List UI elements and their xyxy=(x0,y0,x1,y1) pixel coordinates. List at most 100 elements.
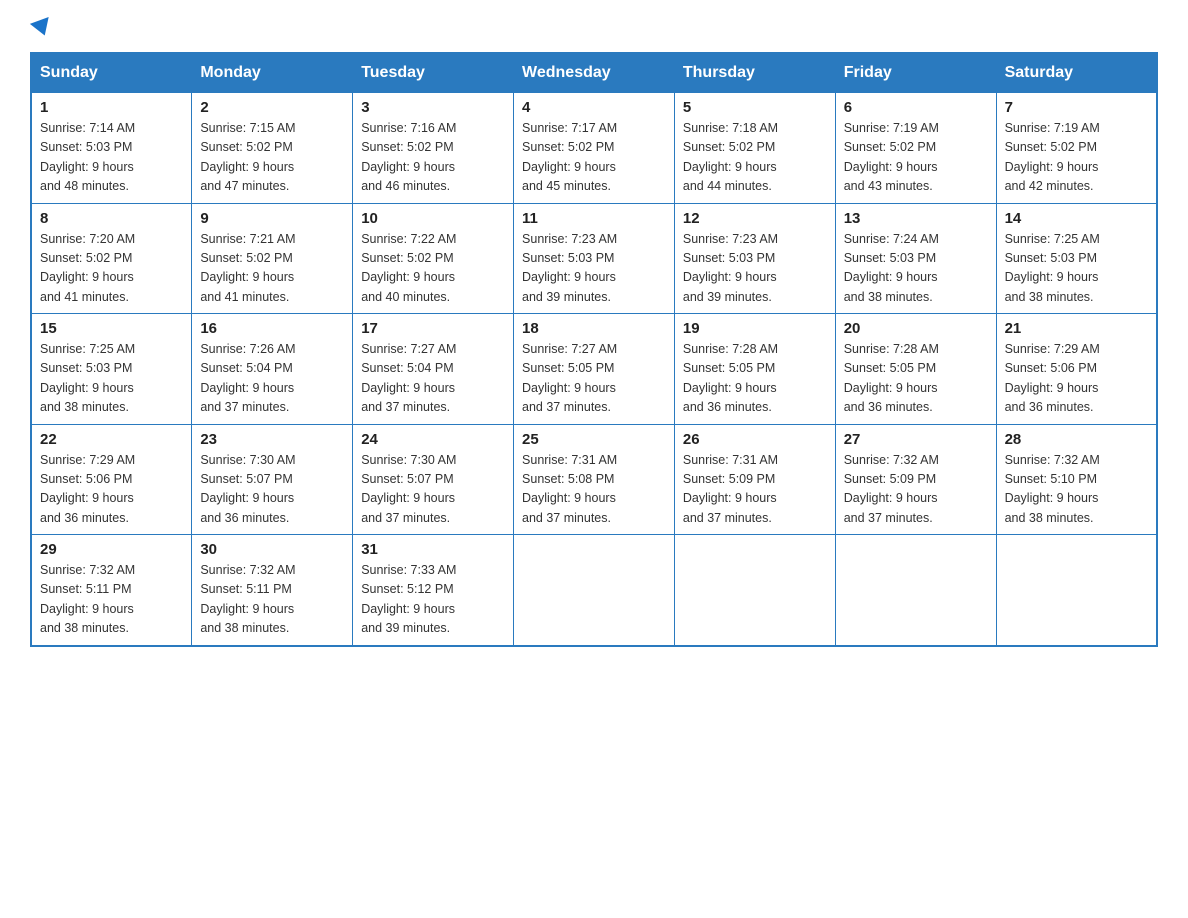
day-number: 20 xyxy=(844,320,988,337)
day-number: 14 xyxy=(1005,210,1148,227)
day-info: Sunrise: 7:17 AMSunset: 5:02 PMDaylight:… xyxy=(522,119,666,197)
calendar-cell: 6Sunrise: 7:19 AMSunset: 5:02 PMDaylight… xyxy=(835,93,996,204)
calendar-cell: 12 Sunrise: 7:23 AMSunset: 5:03 PMDayligh… xyxy=(674,203,835,314)
day-info: Sunrise: 7:32 AMSunset: 5:10 PMDaylight:… xyxy=(1005,451,1148,529)
day-info: Sunrise: 7:24 AMSunset: 5:03 PMDaylight:… xyxy=(844,230,988,308)
calendar-cell xyxy=(514,535,675,646)
day-number: 9 xyxy=(200,210,344,227)
day-number: 11 xyxy=(522,210,666,227)
calendar-header-monday: Monday xyxy=(192,53,353,93)
day-info: Sunrise: 7:23 AMSunset: 5:03 PMDaylight:… xyxy=(683,230,827,308)
calendar-cell: 19 Sunrise: 7:28 AMSunset: 5:05 PMDayligh… xyxy=(674,314,835,425)
calendar-cell: 1Sunrise: 7:14 AMSunset: 5:03 PMDaylight… xyxy=(31,93,192,204)
day-info: Sunrise: 7:28 AMSunset: 5:05 PMDaylight:… xyxy=(844,340,988,418)
calendar-cell: 11 Sunrise: 7:23 AMSunset: 5:03 PMDayligh… xyxy=(514,203,675,314)
day-number: 27 xyxy=(844,431,988,448)
calendar-cell: 13 Sunrise: 7:24 AMSunset: 5:03 PMDayligh… xyxy=(835,203,996,314)
calendar-cell: 29 Sunrise: 7:32 AMSunset: 5:11 PMDayligh… xyxy=(31,535,192,646)
day-number: 8 xyxy=(40,210,183,227)
day-info: Sunrise: 7:19 AMSunset: 5:02 PMDaylight:… xyxy=(1005,119,1148,197)
day-info: Sunrise: 7:18 AMSunset: 5:02 PMDaylight:… xyxy=(683,119,827,197)
day-number: 12 xyxy=(683,210,827,227)
calendar-cell: 25 Sunrise: 7:31 AMSunset: 5:08 PMDayligh… xyxy=(514,424,675,535)
day-number: 6 xyxy=(844,99,988,116)
day-number: 30 xyxy=(200,541,344,558)
day-info: Sunrise: 7:30 AMSunset: 5:07 PMDaylight:… xyxy=(361,451,505,529)
logo-triangle-icon xyxy=(30,17,54,39)
calendar-cell: 16 Sunrise: 7:26 AMSunset: 5:04 PMDayligh… xyxy=(192,314,353,425)
calendar-cell xyxy=(835,535,996,646)
calendar-cell: 2 Sunrise: 7:15 AMSunset: 5:02 PMDaylight… xyxy=(192,93,353,204)
day-info: Sunrise: 7:32 AMSunset: 5:11 PMDaylight:… xyxy=(200,561,344,639)
calendar-cell: 8 Sunrise: 7:20 AMSunset: 5:02 PMDaylight… xyxy=(31,203,192,314)
day-number: 17 xyxy=(361,320,505,337)
calendar-cell: 3 Sunrise: 7:16 AMSunset: 5:02 PMDaylight… xyxy=(353,93,514,204)
day-info: Sunrise: 7:26 AMSunset: 5:04 PMDaylight:… xyxy=(200,340,344,418)
day-number: 7 xyxy=(1005,99,1148,116)
day-number: 26 xyxy=(683,431,827,448)
day-number: 24 xyxy=(361,431,505,448)
day-number: 3 xyxy=(361,99,505,116)
day-info: Sunrise: 7:32 AMSunset: 5:11 PMDaylight:… xyxy=(40,561,183,639)
calendar-cell: 20 Sunrise: 7:28 AMSunset: 5:05 PMDayligh… xyxy=(835,314,996,425)
calendar-cell: 7 Sunrise: 7:19 AMSunset: 5:02 PMDaylight… xyxy=(996,93,1157,204)
day-info: Sunrise: 7:21 AMSunset: 5:02 PMDaylight:… xyxy=(200,230,344,308)
calendar-cell: 21 Sunrise: 7:29 AMSunset: 5:06 PMDayligh… xyxy=(996,314,1157,425)
day-number: 19 xyxy=(683,320,827,337)
day-info: Sunrise: 7:31 AMSunset: 5:09 PMDaylight:… xyxy=(683,451,827,529)
day-number: 10 xyxy=(361,210,505,227)
day-number: 22 xyxy=(40,431,183,448)
calendar-header-saturday: Saturday xyxy=(996,53,1157,93)
calendar-week-row-5: 29 Sunrise: 7:32 AMSunset: 5:11 PMDayligh… xyxy=(31,535,1157,646)
calendar-cell: 22 Sunrise: 7:29 AMSunset: 5:06 PMDayligh… xyxy=(31,424,192,535)
calendar-cell: 23 Sunrise: 7:30 AMSunset: 5:07 PMDayligh… xyxy=(192,424,353,535)
day-info: Sunrise: 7:23 AMSunset: 5:03 PMDaylight:… xyxy=(522,230,666,308)
calendar-week-row-4: 22 Sunrise: 7:29 AMSunset: 5:06 PMDayligh… xyxy=(31,424,1157,535)
calendar-cell: 18 Sunrise: 7:27 AMSunset: 5:05 PMDayligh… xyxy=(514,314,675,425)
calendar-week-row-1: 1Sunrise: 7:14 AMSunset: 5:03 PMDaylight… xyxy=(31,93,1157,204)
day-info: Sunrise: 7:28 AMSunset: 5:05 PMDaylight:… xyxy=(683,340,827,418)
day-number: 23 xyxy=(200,431,344,448)
calendar-cell: 26 Sunrise: 7:31 AMSunset: 5:09 PMDayligh… xyxy=(674,424,835,535)
logo xyxy=(30,20,52,36)
calendar-cell: 31Sunrise: 7:33 AMSunset: 5:12 PMDayligh… xyxy=(353,535,514,646)
calendar-table: SundayMondayTuesdayWednesdayThursdayFrid… xyxy=(30,52,1158,647)
day-number: 28 xyxy=(1005,431,1148,448)
day-number: 25 xyxy=(522,431,666,448)
day-info: Sunrise: 7:31 AMSunset: 5:08 PMDaylight:… xyxy=(522,451,666,529)
calendar-header-row: SundayMondayTuesdayWednesdayThursdayFrid… xyxy=(31,53,1157,93)
day-number: 21 xyxy=(1005,320,1148,337)
calendar-cell: 4Sunrise: 7:17 AMSunset: 5:02 PMDaylight… xyxy=(514,93,675,204)
calendar-cell: 5 Sunrise: 7:18 AMSunset: 5:02 PMDaylight… xyxy=(674,93,835,204)
day-info: Sunrise: 7:20 AMSunset: 5:02 PMDaylight:… xyxy=(40,230,183,308)
day-number: 29 xyxy=(40,541,183,558)
day-info: Sunrise: 7:29 AMSunset: 5:06 PMDaylight:… xyxy=(40,451,183,529)
day-info: Sunrise: 7:16 AMSunset: 5:02 PMDaylight:… xyxy=(361,119,505,197)
calendar-week-row-3: 15Sunrise: 7:25 AMSunset: 5:03 PMDayligh… xyxy=(31,314,1157,425)
day-info: Sunrise: 7:15 AMSunset: 5:02 PMDaylight:… xyxy=(200,119,344,197)
calendar-cell: 28 Sunrise: 7:32 AMSunset: 5:10 PMDayligh… xyxy=(996,424,1157,535)
calendar-cell: 27 Sunrise: 7:32 AMSunset: 5:09 PMDayligh… xyxy=(835,424,996,535)
page-header xyxy=(30,20,1158,36)
calendar-cell xyxy=(674,535,835,646)
day-info: Sunrise: 7:30 AMSunset: 5:07 PMDaylight:… xyxy=(200,451,344,529)
day-number: 13 xyxy=(844,210,988,227)
day-number: 5 xyxy=(683,99,827,116)
calendar-cell: 17Sunrise: 7:27 AMSunset: 5:04 PMDayligh… xyxy=(353,314,514,425)
calendar-cell: 15Sunrise: 7:25 AMSunset: 5:03 PMDayligh… xyxy=(31,314,192,425)
day-info: Sunrise: 7:32 AMSunset: 5:09 PMDaylight:… xyxy=(844,451,988,529)
calendar-header-friday: Friday xyxy=(835,53,996,93)
calendar-cell: 14 Sunrise: 7:25 AMSunset: 5:03 PMDayligh… xyxy=(996,203,1157,314)
day-number: 31 xyxy=(361,541,505,558)
day-number: 15 xyxy=(40,320,183,337)
day-number: 2 xyxy=(200,99,344,116)
calendar-header-wednesday: Wednesday xyxy=(514,53,675,93)
day-info: Sunrise: 7:22 AMSunset: 5:02 PMDaylight:… xyxy=(361,230,505,308)
day-info: Sunrise: 7:27 AMSunset: 5:05 PMDaylight:… xyxy=(522,340,666,418)
calendar-cell xyxy=(996,535,1157,646)
day-number: 16 xyxy=(200,320,344,337)
calendar-header-tuesday: Tuesday xyxy=(353,53,514,93)
day-info: Sunrise: 7:29 AMSunset: 5:06 PMDaylight:… xyxy=(1005,340,1148,418)
day-number: 18 xyxy=(522,320,666,337)
day-info: Sunrise: 7:25 AMSunset: 5:03 PMDaylight:… xyxy=(1005,230,1148,308)
